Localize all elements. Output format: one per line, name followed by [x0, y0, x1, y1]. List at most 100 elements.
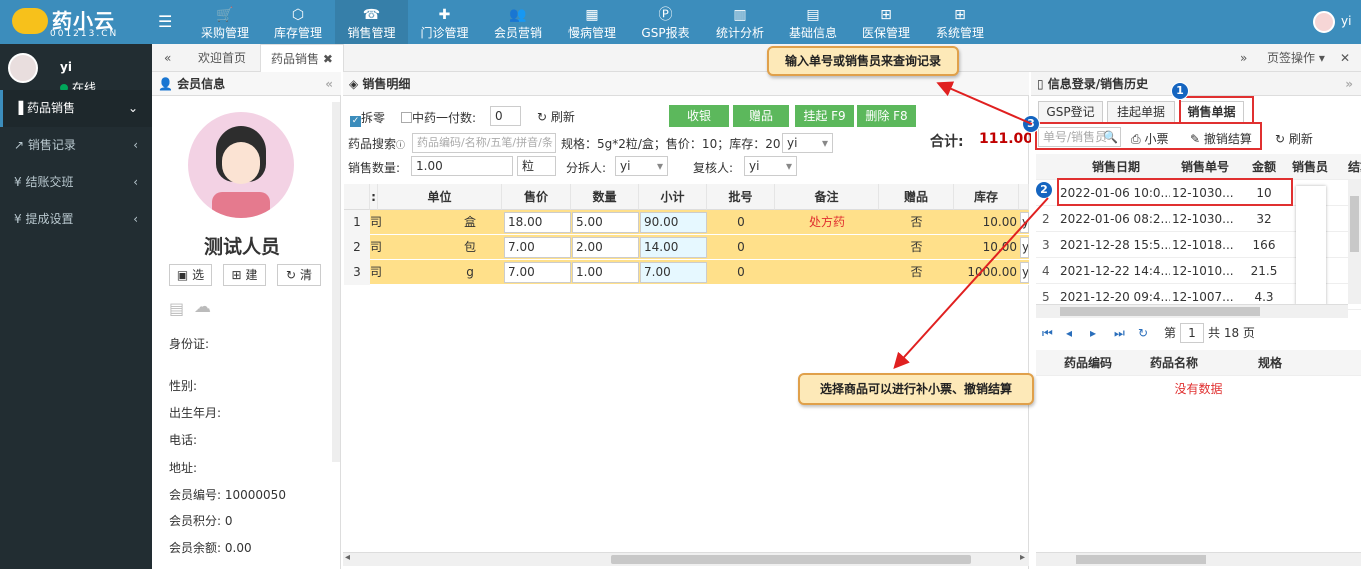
- tab-gsp-register[interactable]: GSP登记: [1038, 101, 1103, 123]
- tab-scroll-left-icon[interactable]: «: [164, 44, 171, 72]
- split-checkbox[interactable]: ✓ 拆零: [350, 109, 385, 127]
- column-header[interactable]: 规格: [1258, 350, 1282, 376]
- create-member-button[interactable]: ⊞ 建: [223, 264, 266, 286]
- column-header[interactable]: [1019, 184, 1029, 210]
- nav-member-marketing[interactable]: 👥 会员营销: [481, 0, 555, 44]
- last-page-icon[interactable]: ⏭: [1114, 320, 1125, 346]
- column-header[interactable]: 结算: [1348, 154, 1361, 180]
- column-header[interactable]: 小计: [639, 184, 707, 210]
- checker-select[interactable]: yi ▾: [744, 156, 797, 176]
- user-name[interactable]: yi: [1341, 14, 1351, 28]
- price-input[interactable]: 18.00: [504, 212, 571, 233]
- qty-label: 销售数量:: [348, 161, 401, 175]
- nav-gsp-report[interactable]: Ⓟ GSP报表: [629, 0, 702, 44]
- nav-basic-info[interactable]: ▤ 基础信息: [778, 0, 848, 44]
- scrollbar-thumb[interactable]: [611, 555, 971, 564]
- herb-checkbox[interactable]: 中药一付数:: [401, 109, 476, 126]
- column-header[interactable]: 赠品: [879, 184, 954, 210]
- collapse-icon[interactable]: »: [1345, 72, 1353, 96]
- nav-inventory[interactable]: ⬡ 库存管理: [261, 0, 335, 44]
- scrollbar-thumb[interactable]: [1076, 555, 1206, 564]
- sidebar-item-commission[interactable]: ¥ 提成设置 ‹: [0, 201, 152, 238]
- column-header[interactable]: 销售单号: [1181, 154, 1229, 180]
- qty-input[interactable]: 1.00: [572, 262, 639, 283]
- column-header[interactable]: 销售员: [1292, 154, 1328, 180]
- nav-sales[interactable]: ☎ 销售管理: [335, 0, 408, 44]
- column-header[interactable]: 药品名称: [1150, 350, 1198, 376]
- id-card-scan-icon[interactable]: ▤: [169, 299, 184, 318]
- table-row[interactable]: 司 g 7.00 1.00 7.00 0 否 1000.00 y: [370, 260, 1029, 285]
- subtotal-input[interactable]: 90.00: [640, 212, 707, 233]
- column-header[interactable]: 备注: [775, 184, 879, 210]
- callout-search-tip: 输入单号或销售员来查询记录: [767, 46, 959, 76]
- nav-purchase[interactable]: 🛒 采购管理: [189, 0, 261, 44]
- scrollbar-thumb[interactable]: [1060, 307, 1260, 316]
- checkout-button[interactable]: 收银: [669, 105, 729, 127]
- hold-button[interactable]: 挂起 F9: [795, 105, 854, 127]
- close-icon[interactable]: ✖: [323, 52, 333, 66]
- qty-input[interactable]: 1.00: [411, 156, 513, 176]
- column-header[interactable]: 药品编码: [1064, 350, 1112, 376]
- qty-input[interactable]: 5.00: [572, 212, 639, 233]
- unit-input[interactable]: 粒: [517, 156, 556, 176]
- nav-chronic[interactable]: ▦ 慢病管理: [555, 0, 629, 44]
- clear-member-button[interactable]: ↻ 清: [277, 264, 321, 286]
- menu-toggle-icon[interactable]: ☰: [158, 12, 172, 31]
- scroll-right-icon[interactable]: ▸: [1020, 552, 1025, 563]
- scrollbar-thumb[interactable]: [1350, 196, 1359, 252]
- drug-search-input[interactable]: 药品编码/名称/五笔/拼音/条: [412, 133, 556, 153]
- herb-count-input[interactable]: 0: [490, 106, 521, 126]
- nav-system[interactable]: ⊞ 系统管理: [924, 0, 996, 44]
- select-member-button[interactable]: ▣ 选: [169, 264, 212, 286]
- subtotal-input[interactable]: 7.00: [640, 262, 707, 283]
- column-header[interactable]: 销售日期: [1092, 154, 1140, 180]
- qty-input[interactable]: 2.00: [572, 237, 639, 258]
- tab-scroll-right-icon[interactable]: »: [1240, 44, 1247, 72]
- book-icon: ▤: [806, 7, 820, 23]
- collapse-icon[interactable]: «: [325, 72, 333, 96]
- nav-clinic[interactable]: ✚ 门诊管理: [408, 0, 481, 44]
- table-row[interactable]: 司 包 7.00 2.00 14.00 0 否 10.00 y: [370, 235, 1029, 260]
- splitter-select[interactable]: yi ▾: [615, 156, 668, 176]
- column-header[interactable]: 售价: [502, 184, 571, 210]
- gender-label: 性别:: [169, 379, 198, 393]
- next-page-icon[interactable]: ▸: [1090, 320, 1096, 346]
- history-horizontal-scrollbar[interactable]: [1036, 304, 1348, 318]
- sales-horizontal-scrollbar[interactable]: ◂ ▸: [343, 552, 1029, 566]
- windows-icon: ⊞: [954, 7, 966, 23]
- history-vertical-scrollbar[interactable]: [1348, 180, 1361, 304]
- tab-ops-menu[interactable]: 页签操作 ▾: [1267, 44, 1325, 72]
- table-row[interactable]: 司 盒 18.00 5.00 90.00 0 处方药 否 10.00 y: [370, 210, 1029, 235]
- page-input[interactable]: 1: [1180, 323, 1204, 343]
- wechat-icon[interactable]: ☁: [194, 297, 211, 317]
- user-avatar[interactable]: [1313, 11, 1335, 33]
- nav-statistics[interactable]: ▥ 统计分析: [702, 0, 778, 44]
- sidebar-item-sales-records[interactable]: ↗ 销售记录 ‹: [0, 127, 152, 164]
- delete-button[interactable]: 删除 F8: [857, 105, 916, 127]
- nav-insurance[interactable]: ⊞ 医保管理: [848, 0, 924, 44]
- tab-home[interactable]: 欢迎首页: [198, 44, 246, 72]
- reload-icon[interactable]: ↻: [1138, 320, 1148, 346]
- column-header[interactable]: 金额: [1252, 154, 1276, 180]
- tab-drug-sales[interactable]: 药品销售 ✖: [260, 44, 344, 72]
- refresh-button[interactable]: ↻ 刷新: [537, 108, 575, 125]
- scroll-left-icon[interactable]: ◂: [345, 552, 350, 563]
- tab-held-orders[interactable]: 挂起单据: [1107, 101, 1175, 123]
- gift-button[interactable]: 赠品: [733, 105, 789, 127]
- detail-horizontal-scrollbar[interactable]: [1036, 552, 1361, 566]
- price-input[interactable]: 7.00: [504, 237, 571, 258]
- history-refresh-button[interactable]: ↻ 刷新: [1275, 130, 1313, 147]
- spec-select[interactable]: yi ▾: [782, 133, 833, 153]
- scrollbar[interactable]: [332, 102, 340, 462]
- price-input[interactable]: 7.00: [504, 262, 571, 283]
- subtotal-input[interactable]: 14.00: [640, 237, 707, 258]
- first-page-icon[interactable]: ⏮: [1042, 320, 1053, 346]
- column-header[interactable]: 单位: [378, 184, 502, 210]
- sidebar-item-drug-sales[interactable]: ▐ 药品销售 ⌄: [0, 90, 152, 127]
- column-header[interactable]: 数量: [571, 184, 639, 210]
- fullscreen-icon[interactable]: ✕: [1340, 44, 1350, 72]
- prev-page-icon[interactable]: ◂: [1066, 320, 1072, 346]
- column-header[interactable]: 库存: [954, 184, 1019, 210]
- sidebar-item-settlement[interactable]: ¥ 结账交班 ‹: [0, 164, 152, 201]
- column-header[interactable]: 批号: [707, 184, 775, 210]
